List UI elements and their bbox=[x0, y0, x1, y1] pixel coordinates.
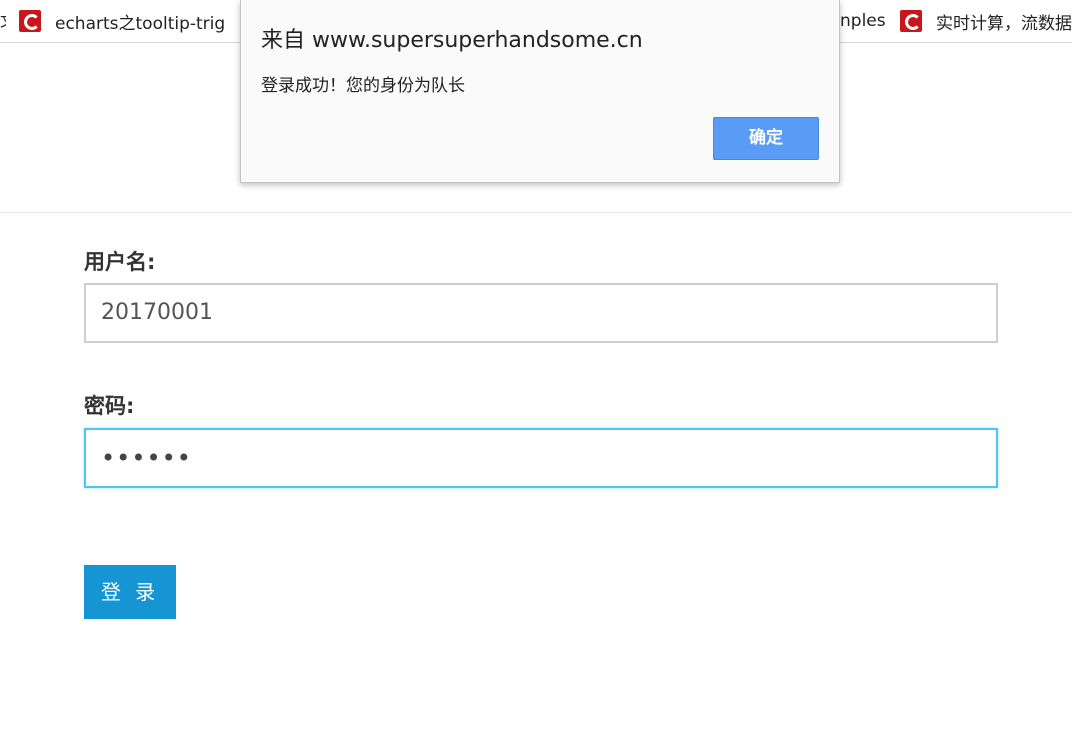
login-button[interactable]: 登 录 bbox=[84, 565, 176, 619]
header-divider bbox=[0, 212, 1072, 213]
alert-ok-button[interactable]: 确定 bbox=[713, 117, 819, 160]
password-label: 密码: bbox=[84, 394, 135, 418]
bookmark-truncated[interactable]: 文 bbox=[0, 12, 6, 30]
bookmark-label: nples bbox=[840, 11, 886, 31]
alert-dialog: 来自 www.supersuperhandsome.cn 登录成功！您的身份为队… bbox=[240, 0, 840, 183]
bookmark-examples[interactable]: nples bbox=[840, 0, 886, 42]
bookmark-label: 实时计算，流数据 bbox=[936, 13, 1072, 34]
bookmark-echarts-tooltip[interactable]: echarts之tooltip-trig bbox=[19, 0, 241, 42]
bookmark-realtime-computing[interactable]: 实时计算，流数据 bbox=[900, 0, 1072, 42]
alert-title: 来自 www.supersuperhandsome.cn bbox=[261, 28, 643, 53]
username-input[interactable]: 20170001 bbox=[84, 283, 998, 343]
alert-message: 登录成功！您的身份为队长 bbox=[261, 76, 465, 96]
username-label: 用户名: bbox=[84, 250, 156, 274]
csdn-favicon-icon bbox=[900, 10, 922, 32]
password-input[interactable]: •••••• bbox=[84, 428, 998, 488]
csdn-favicon-icon bbox=[19, 10, 41, 32]
bookmark-label: echarts之tooltip-trig bbox=[55, 13, 226, 34]
